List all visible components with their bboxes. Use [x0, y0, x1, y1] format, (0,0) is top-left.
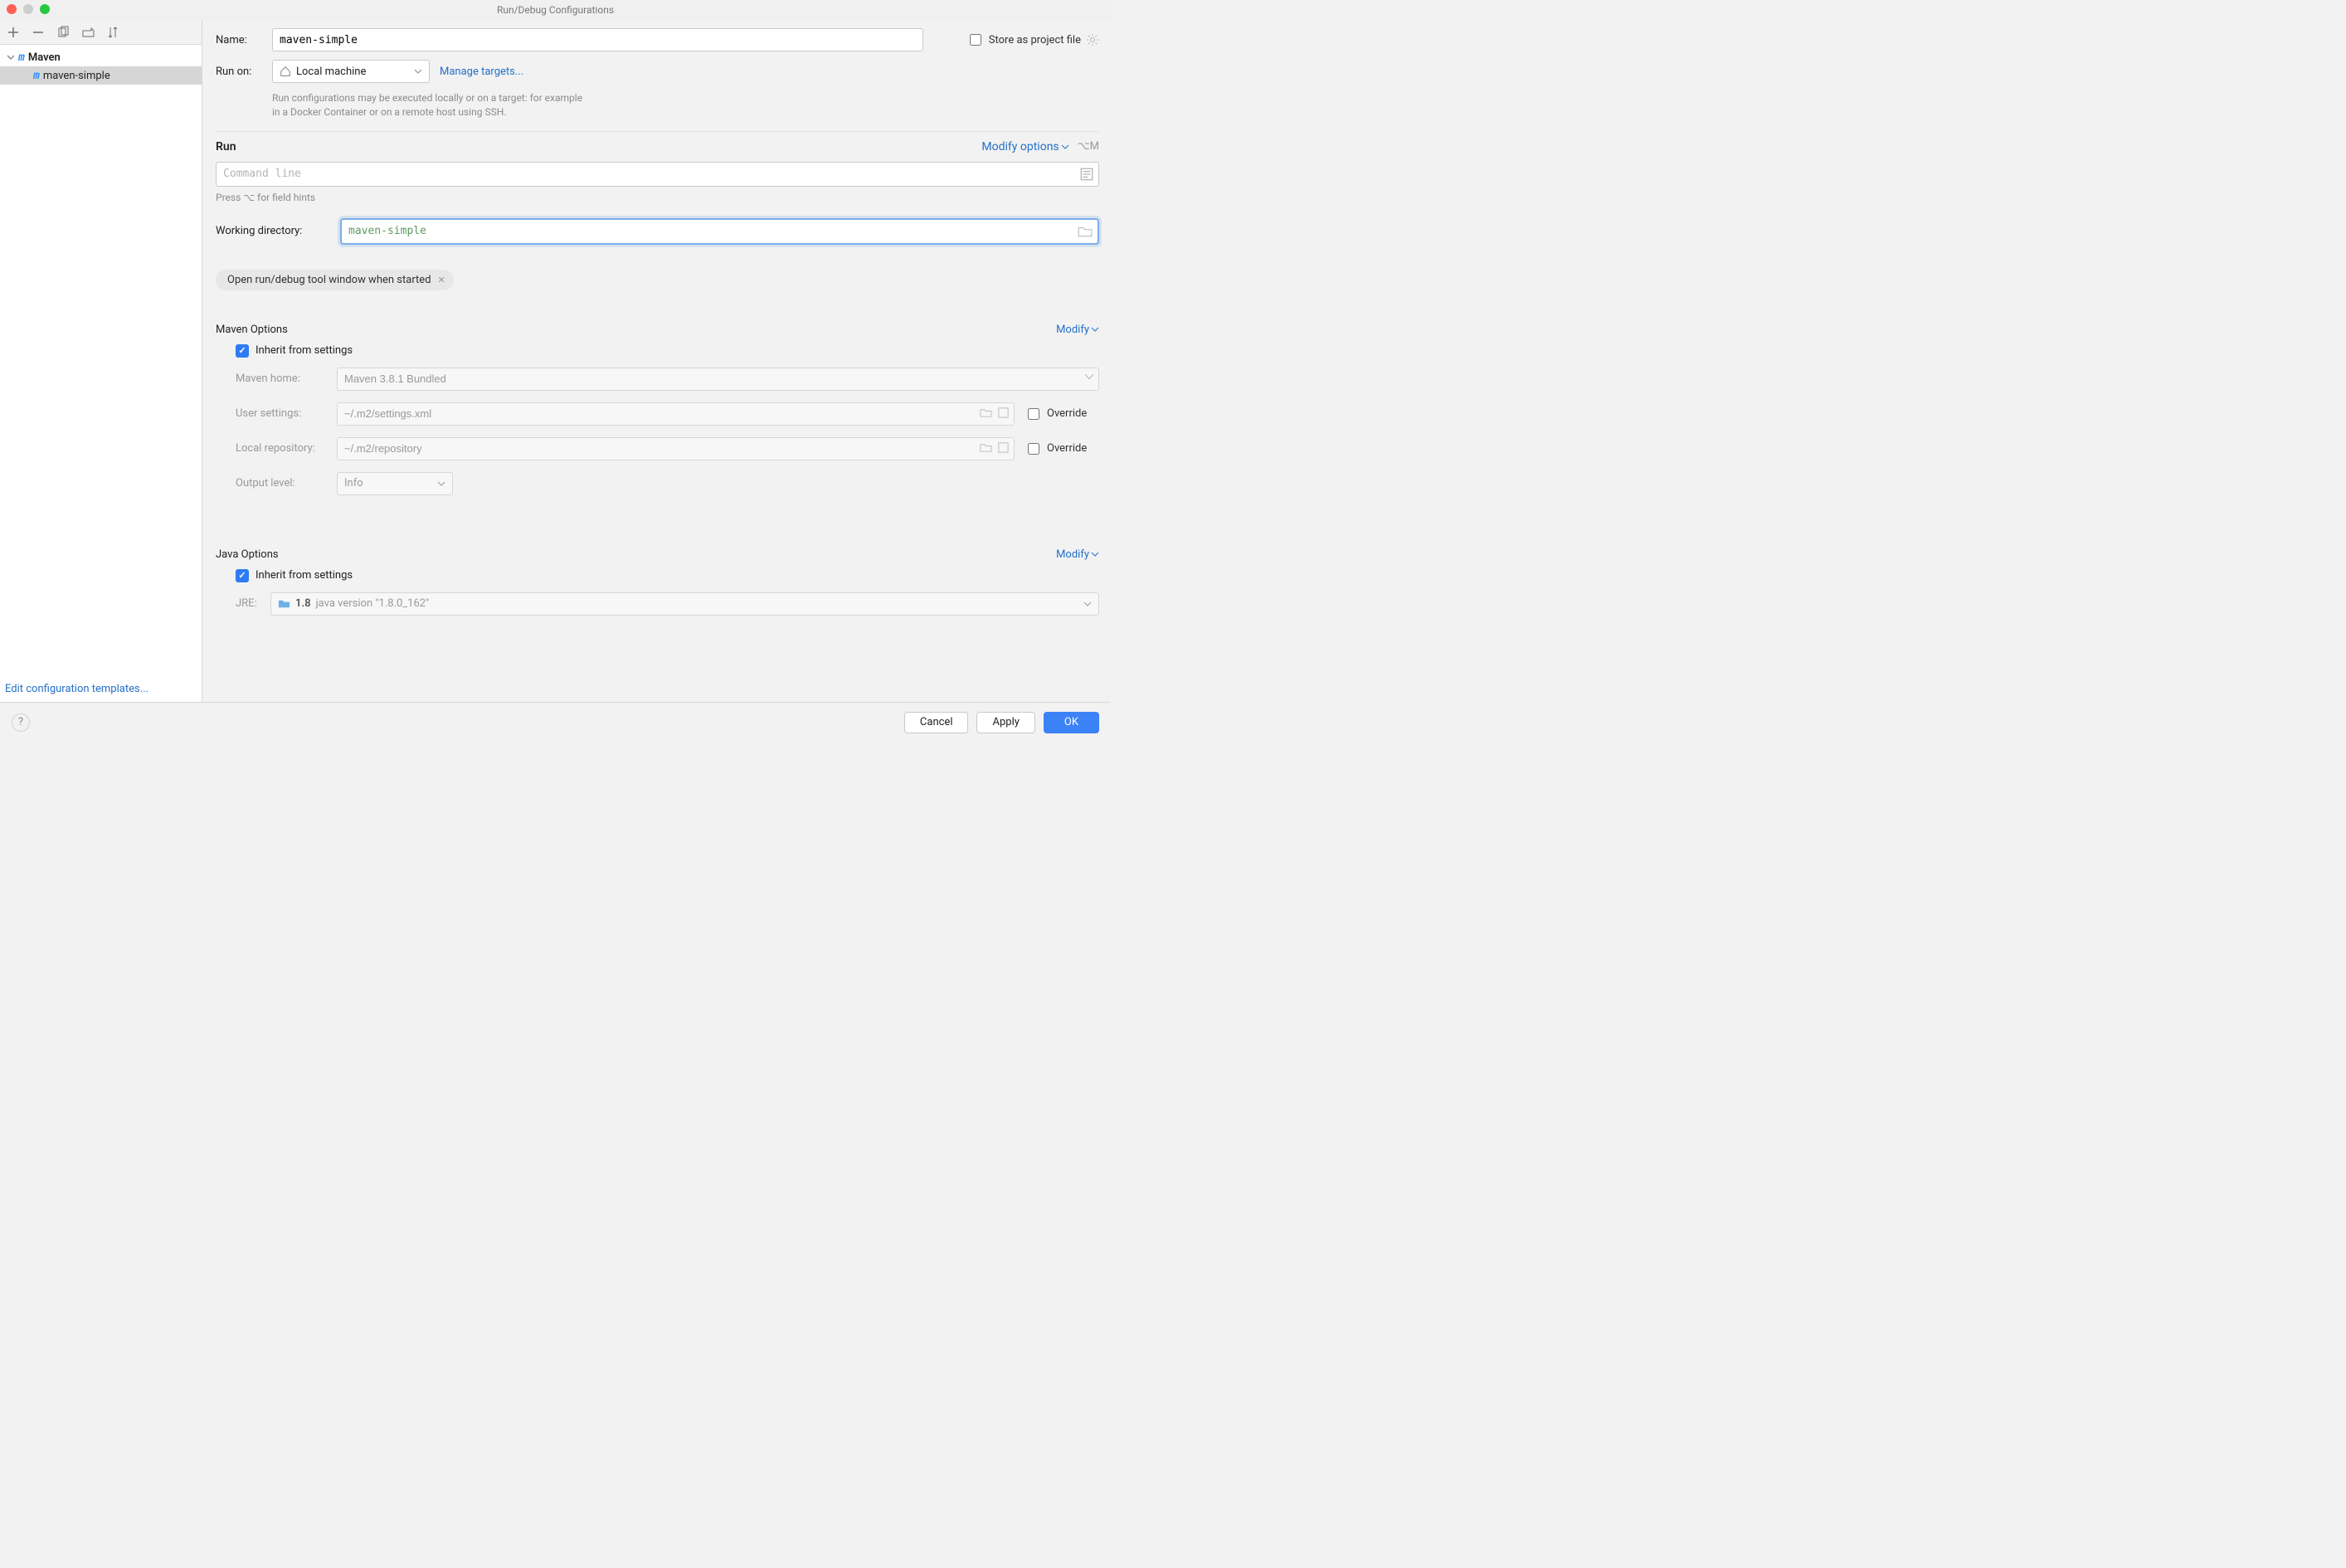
jre-version: 1.8 [295, 597, 311, 610]
modify-options-link[interactable]: Modify options [981, 140, 1068, 153]
sidebar-toolbar [0, 20, 202, 45]
jre-label: JRE: [236, 597, 260, 610]
user-settings-label: User settings: [236, 407, 327, 420]
remove-icon[interactable] [32, 26, 45, 39]
expand-icon [997, 407, 1010, 419]
config-tree: m Maven m maven-simple [0, 45, 202, 676]
close-window-icon[interactable] [7, 4, 17, 14]
ok-button[interactable]: OK [1044, 712, 1099, 733]
maven-home-label: Maven home: [236, 373, 327, 385]
working-directory-label: Working directory: [216, 225, 332, 237]
run-target-hint: Run configurations may be executed local… [272, 91, 1099, 119]
dialog-footer: ? Cancel Apply OK [0, 702, 1111, 742]
apply-button[interactable]: Apply [976, 712, 1034, 733]
java-options-title: Java Options [216, 548, 279, 561]
add-icon[interactable] [7, 26, 20, 39]
runon-label: Run on: [216, 66, 262, 78]
run-section-title: Run [216, 140, 236, 153]
folder-icon [980, 441, 992, 454]
user-settings-override[interactable]: Override [1025, 406, 1099, 422]
maven-modify-link[interactable]: Modify [1056, 324, 1099, 336]
local-repo-override[interactable]: Override [1025, 441, 1099, 457]
close-icon[interactable]: ✕ [438, 275, 445, 285]
configurations-dialog: Run/Debug Configurations m Maven m maven… [0, 0, 1111, 742]
sidebar: m Maven m maven-simple Edit configuratio… [0, 20, 202, 702]
expand-icon[interactable] [1079, 167, 1094, 182]
tree-item-label: maven-simple [43, 70, 110, 82]
command-line-input[interactable] [216, 162, 1099, 187]
output-level-label: Output level: [236, 477, 327, 489]
folder-icon[interactable] [1078, 224, 1093, 239]
chevron-down-icon [1084, 372, 1094, 382]
maven-inherit-label: Inherit from settings [256, 344, 353, 357]
store-checkbox[interactable] [970, 34, 981, 46]
help-icon[interactable]: ? [12, 713, 30, 732]
override-checkbox[interactable] [1028, 443, 1039, 455]
window-title: Run/Debug Configurations [497, 4, 614, 16]
output-level-value: Info [344, 477, 363, 489]
maven-home-input [337, 368, 1099, 391]
chevron-down-icon [1091, 550, 1099, 558]
edit-templates-link[interactable]: Edit configuration templates... [0, 676, 202, 702]
copy-icon[interactable] [56, 26, 70, 39]
zoom-window-icon[interactable] [40, 4, 50, 14]
titlebar: Run/Debug Configurations [0, 0, 1111, 20]
maven-options-title: Maven Options [216, 324, 288, 336]
tree-root-maven[interactable]: m Maven [0, 48, 202, 66]
working-directory-input[interactable] [340, 218, 1099, 245]
run-target-value: Local machine [296, 66, 366, 78]
checkbox-checked-icon[interactable]: ✓ [236, 569, 249, 582]
run-target-select[interactable]: Local machine [272, 60, 430, 83]
save-icon[interactable] [81, 26, 95, 39]
folder-icon [278, 597, 290, 610]
cancel-button[interactable]: Cancel [904, 712, 969, 733]
maven-icon: m [18, 51, 25, 64]
output-level-select: Info [337, 472, 453, 495]
chevron-down-icon [1091, 325, 1099, 334]
chevron-down-icon [1061, 143, 1069, 151]
main-panel: Name: Store as project file Run on: Loca… [202, 20, 1111, 702]
open-tool-window-chip[interactable]: Open run/debug tool window when started … [216, 270, 454, 290]
modify-options-shortcut: ⌥M [1078, 140, 1099, 153]
store-as-project-file[interactable]: Store as project file [966, 32, 1099, 48]
jre-select: 1.8 java version "1.8.0_162" [270, 592, 1099, 616]
java-inherit-label: Inherit from settings [256, 569, 353, 582]
chevron-down-icon [7, 53, 15, 61]
sort-icon[interactable] [106, 26, 119, 39]
java-modify-link[interactable]: Modify [1056, 548, 1099, 561]
folder-icon [980, 407, 992, 419]
home-icon [280, 66, 291, 77]
override-checkbox[interactable] [1028, 408, 1039, 420]
run-section-header: Run Modify options ⌥M [216, 140, 1099, 153]
name-input[interactable] [272, 28, 923, 51]
minimize-window-icon[interactable] [23, 4, 33, 14]
tree-root-label: Maven [28, 51, 61, 64]
java-inherit-checkbox-row[interactable]: ✓ Inherit from settings [236, 569, 1099, 582]
checkbox-checked-icon[interactable]: ✓ [236, 344, 249, 358]
manage-targets-link[interactable]: Manage targets... [440, 66, 523, 78]
tree-item-maven-simple[interactable]: m maven-simple [0, 66, 202, 85]
name-label: Name: [216, 34, 262, 46]
store-label: Store as project file [989, 34, 1081, 46]
chip-label: Open run/debug tool window when started [227, 274, 431, 286]
chevron-down-icon [414, 67, 422, 75]
chevron-down-icon [437, 480, 445, 488]
chevron-down-icon [1083, 600, 1092, 608]
gear-icon[interactable] [1086, 33, 1099, 46]
local-repo-label: Local repository: [236, 442, 327, 455]
command-line-hint: Press ⌥ for field hints [216, 192, 1099, 203]
local-repo-input [337, 437, 1015, 460]
maven-inherit-checkbox-row[interactable]: ✓ Inherit from settings [236, 344, 1099, 358]
user-settings-input [337, 402, 1015, 426]
maven-icon: m [33, 70, 40, 82]
window-controls [7, 4, 50, 14]
expand-icon [997, 441, 1010, 454]
jre-detail: java version "1.8.0_162" [316, 597, 430, 610]
